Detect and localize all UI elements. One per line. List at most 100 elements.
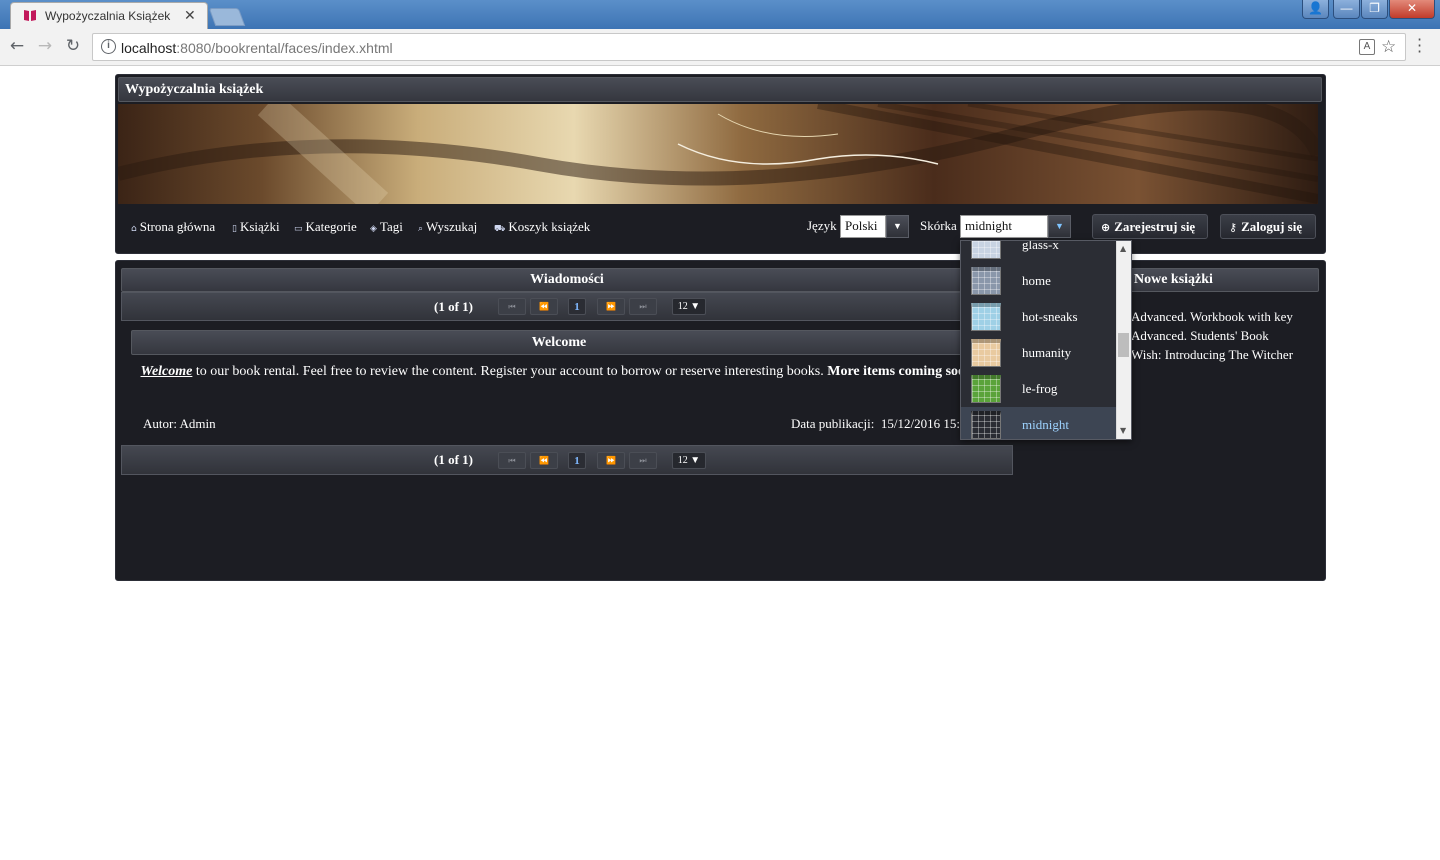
menu-dots-icon[interactable]: · · ·: [1417, 32, 1422, 60]
site-title-bar: Wypożyczalnia książek: [118, 77, 1322, 102]
pager-first-button-bottom[interactable]: ⏮: [498, 452, 526, 469]
tab-close-icon[interactable]: ✕: [184, 7, 196, 24]
minimize-icon: —: [1340, 1, 1353, 15]
document-icon: ▯: [232, 224, 237, 234]
close-icon: ✕: [1406, 1, 1418, 15]
user-profile-button[interactable]: 👤: [1302, 0, 1329, 19]
skin-thumbnail: [971, 339, 1001, 367]
login-button[interactable]: ⚷ Zaloguj się: [1220, 214, 1316, 239]
news-pager-bottom: [121, 445, 1013, 475]
skin-label: Skórka: [920, 218, 957, 233]
url-text: localhost:8080/bookrental/faces/index.xh…: [121, 40, 393, 56]
news-title: Wiadomości: [530, 272, 604, 287]
rows-per-page-select-bottom[interactable]: 12 ▼: [672, 452, 706, 469]
skin-chevron-down-icon[interactable]: ▼: [1048, 215, 1071, 238]
new-books-title: Nowe książki: [1134, 272, 1213, 287]
language-chevron-down-icon[interactable]: ▼: [886, 215, 909, 238]
language-label: Język: [807, 218, 837, 233]
pager-prev-button-bottom[interactable]: ⏪: [530, 452, 558, 469]
news-author: Autor: Admin: [143, 416, 216, 431]
browser-tab[interactable]: Wypożyczalnia Książek ✕: [10, 2, 208, 29]
pager-next-button-bottom[interactable]: ⏩: [597, 452, 625, 469]
skin-option-humanity[interactable]: humanity: [961, 335, 1116, 371]
tab-title: Wypożyczalnia Książek: [45, 9, 171, 23]
address-bar[interactable]: i localhost:8080/bookrental/faces/index.…: [92, 33, 1406, 61]
skin-option-label: hot-sneaks: [1022, 309, 1078, 324]
pager-page-1-bottom[interactable]: 1: [568, 452, 586, 469]
skin-option-label: glass-x: [1022, 240, 1059, 252]
info-icon[interactable]: i: [101, 39, 116, 54]
news-body-text: to our book rental. Feel free to review …: [192, 364, 828, 379]
pager-last-button-bottom[interactable]: ⏭: [629, 452, 657, 469]
skin-thumbnail: [971, 375, 1001, 403]
pager-prev-button[interactable]: ⏪: [530, 298, 558, 315]
news-body-bold: More items coming soon!: [827, 364, 978, 379]
skin-option-label: le-frog: [1022, 381, 1058, 396]
skin-option-midnight[interactable]: midnight: [961, 407, 1116, 439]
bookmark-star-icon[interactable]: ☆: [1381, 37, 1396, 57]
welcome-link[interactable]: Welcome: [141, 364, 193, 379]
banner-image: [118, 104, 1318, 204]
home-icon: ⌂: [131, 224, 137, 234]
language-select[interactable]: Polski: [840, 215, 886, 238]
pager-last-button[interactable]: ⏭: [629, 298, 657, 315]
menu-item-search[interactable]: ⌕ Wyszukaj: [418, 219, 477, 235]
news-item-title: Welcome: [531, 335, 587, 350]
plus-circle-icon: ⊕: [1101, 221, 1111, 234]
tag-outline-icon: ▭: [294, 224, 303, 234]
skin-thumbnail: [971, 267, 1001, 295]
cart-icon: ⛟: [494, 224, 506, 234]
news-item-body: Welcome to our book rental. Feel free to…: [131, 364, 987, 380]
back-arrow-icon[interactable]: ←: [7, 36, 27, 56]
new-book-item[interactable]: Advanced. Students' Book: [1131, 328, 1269, 344]
pager-next-button[interactable]: ⏩: [597, 298, 625, 315]
new-tab-button[interactable]: [208, 8, 246, 26]
skin-thumbnail: [971, 241, 1001, 259]
new-book-item[interactable]: Advanced. Workbook with key: [1131, 309, 1293, 325]
news-item-title-bar: Welcome: [131, 330, 987, 355]
scroll-down-arrow-icon[interactable]: ▼: [1120, 426, 1126, 435]
skin-select[interactable]: midnight: [960, 215, 1048, 238]
site-title: Wypożyczalnia książek: [125, 82, 264, 97]
forward-arrow-icon[interactable]: →: [35, 36, 55, 56]
menu-item-home[interactable]: ⌂ Strona główna: [131, 219, 215, 235]
news-pager-top: [121, 292, 1013, 321]
pager-report-bottom: (1 of 1): [434, 452, 473, 467]
key-icon: ⚷: [1229, 221, 1238, 234]
book-icon: [24, 10, 36, 21]
scroll-up-arrow-icon[interactable]: ▲: [1120, 244, 1126, 253]
restore-icon: ❐: [1369, 1, 1380, 15]
menu-item-tags[interactable]: ◈ Tagi: [370, 219, 403, 235]
register-button[interactable]: ⊕ Zarejestruj się: [1092, 214, 1208, 239]
user-icon: 👤: [1308, 1, 1323, 15]
scrollbar-thumb[interactable]: [1118, 333, 1129, 357]
reload-icon[interactable]: ↻: [63, 36, 83, 56]
skin-option-label: home: [1022, 273, 1051, 288]
search-icon: ⌕: [418, 224, 424, 234]
new-book-item[interactable]: Wish: Introducing The Witcher: [1131, 347, 1293, 363]
news-date: Data publikacji: 15/12/2016 15:: [791, 416, 960, 431]
minimize-button[interactable]: —: [1333, 0, 1360, 19]
menu-item-books[interactable]: ▯ Książki: [232, 219, 280, 235]
new-books-header: Nowe książki: [1125, 268, 1319, 292]
skin-option-hot-sneaks[interactable]: hot-sneaks: [961, 299, 1116, 335]
menu-item-cart[interactable]: ⛟ Koszyk książek: [494, 219, 590, 235]
skin-thumbnail: [971, 411, 1001, 439]
skin-option-home[interactable]: home: [961, 263, 1116, 299]
rows-per-page-select[interactable]: 12 ▼: [672, 298, 706, 315]
pager-first-button[interactable]: ⏮: [498, 298, 526, 315]
menu-item-categories[interactable]: ▭ Kategorie: [294, 219, 357, 235]
skin-option-glass-x[interactable]: glass-x: [961, 240, 1116, 263]
news-header: Wiadomości: [121, 268, 1013, 292]
skin-dropdown-list: glass-x home hot-sneaks humanity le-frog…: [960, 240, 1132, 440]
restore-button[interactable]: ❐: [1361, 0, 1388, 19]
pager-page-1[interactable]: 1: [568, 298, 586, 315]
pager-report: (1 of 1): [434, 299, 473, 314]
skin-option-label: humanity: [1022, 345, 1072, 360]
skin-thumbnail: [971, 303, 1001, 331]
close-window-button[interactable]: ✕: [1389, 0, 1435, 19]
tag-icon: ◈: [370, 224, 377, 234]
skin-option-label: midnight: [1022, 417, 1069, 432]
skin-option-le-frog[interactable]: le-frog: [961, 371, 1116, 407]
translate-icon[interactable]: A: [1359, 39, 1375, 55]
